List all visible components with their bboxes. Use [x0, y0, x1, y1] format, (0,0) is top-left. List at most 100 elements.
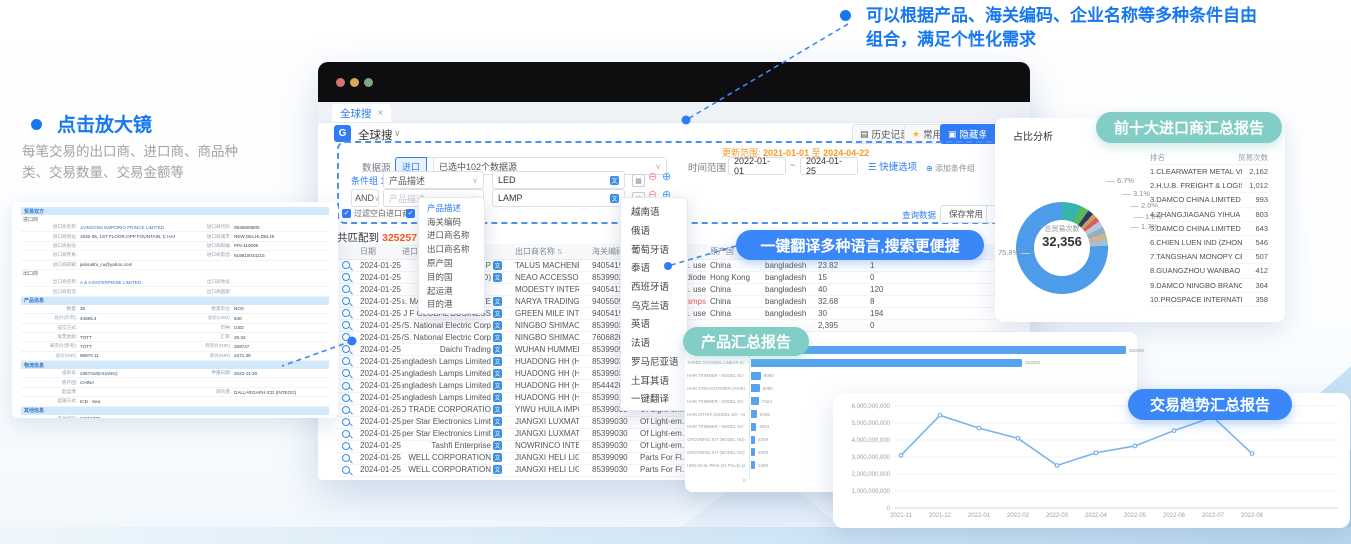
magnifier-icon[interactable] [342, 406, 350, 414]
bar[interactable] [751, 359, 1022, 367]
language-dropdown-item[interactable]: 乌克兰语 [621, 295, 687, 314]
bar[interactable] [751, 461, 755, 469]
bar[interactable] [751, 448, 755, 456]
translate-icon[interactable]: 文 [610, 176, 619, 185]
tab-close-icon[interactable]: × [378, 108, 384, 119]
rank-item[interactable]: 7.TANGSHAN MONOPY CERA...507 [1150, 250, 1268, 264]
column-header[interactable]: 出口商名称⇅ [515, 244, 579, 259]
translate-icon[interactable]: 文 [493, 453, 502, 462]
magnifier-icon[interactable] [342, 321, 350, 329]
language-dropdown-item[interactable]: 土耳其语 [621, 370, 687, 389]
translate-icon[interactable]: 文 [493, 297, 502, 306]
row-magnifier-cell[interactable] [342, 440, 354, 452]
language-dropdown-item[interactable]: 罗马尼亚语 [621, 352, 687, 371]
language-dropdown-item[interactable]: 俄语 [621, 221, 687, 240]
field-dropdown-item[interactable]: 目的港 [419, 298, 484, 312]
field-dropdown[interactable]: 产品描述海关编码进口商名称出口商名称原产国目的国起运港目的港 [418, 197, 485, 314]
field-dropdown-item[interactable]: 海关编码 [419, 215, 484, 229]
close-window-icon[interactable] [336, 78, 345, 87]
keyword-input-1[interactable]: LED 文 [492, 171, 625, 189]
translate-icon[interactable]: 文 [493, 345, 502, 354]
magnifier-icon[interactable] [342, 466, 350, 474]
bar[interactable] [751, 384, 760, 392]
batch-search-icon[interactable]: ▦ [632, 174, 645, 187]
row-magnifier-cell[interactable] [342, 416, 354, 428]
rank-item[interactable]: 1.CLEARWATER METAL VN ...2,162 [1150, 165, 1268, 179]
language-dropdown[interactable]: 越南语俄语葡萄牙语泰语西班牙语乌克兰语英语法语罗马尼亚语土耳其语一键翻译 [620, 197, 688, 411]
row-magnifier-cell[interactable] [342, 392, 354, 404]
field-dropdown-item[interactable]: 目的国 [419, 270, 484, 284]
rank-item[interactable]: 2.H.U.B. FREIGHT & LOGISTI...1,012 [1150, 179, 1268, 193]
magnifier-icon[interactable] [342, 345, 350, 353]
translate-icon[interactable]: 文 [610, 194, 619, 203]
window-titlebar[interactable] [318, 62, 1030, 102]
rank-item[interactable]: 6.CHIEN LUEN IND (ZHONGS...546 [1150, 236, 1268, 250]
quick-options-link[interactable]: ☰ 快捷选项 [868, 159, 917, 173]
translate-icon[interactable]: 文 [493, 309, 502, 318]
translate-icon[interactable]: 文 [493, 393, 502, 402]
row-magnifier-cell[interactable] [342, 464, 354, 476]
row-magnifier-cell[interactable] [342, 307, 354, 319]
rank-item[interactable]: 4.ZHANGJIAGANG YIHUA RU...803 [1150, 208, 1268, 222]
translate-icon[interactable]: 文 [493, 261, 502, 270]
translate-icon[interactable]: 文 [493, 381, 502, 390]
magnifier-icon[interactable] [342, 394, 350, 402]
magnifier-icon[interactable] [342, 442, 350, 450]
minimize-window-icon[interactable] [350, 78, 359, 87]
rank-item[interactable]: 3.DAMCO CHINA LIMITED993 [1150, 193, 1268, 207]
magnifier-icon[interactable] [342, 333, 350, 341]
row-magnifier-cell[interactable] [342, 271, 354, 283]
magnifier-icon[interactable] [342, 382, 350, 390]
checkbox-checked-icon[interactable]: ✓ [342, 209, 351, 218]
chevron-down-icon[interactable]: ∨ [394, 128, 401, 139]
row-magnifier-cell[interactable] [342, 404, 354, 416]
rank-item[interactable]: 9.DAMCO NINGBO BRANCH364 [1150, 279, 1268, 293]
language-dropdown-item[interactable]: 泰语 [621, 258, 687, 277]
magnifier-icon[interactable] [342, 454, 350, 462]
row-magnifier-cell[interactable] [342, 331, 354, 343]
language-dropdown-item[interactable]: 英语 [621, 314, 687, 333]
bar[interactable] [751, 436, 755, 444]
tab-global-search[interactable]: 全球搜 × [332, 104, 391, 122]
magnifier-icon[interactable] [342, 369, 350, 377]
magnifier-icon[interactable] [342, 273, 350, 281]
language-dropdown-item[interactable]: 越南语 [621, 202, 687, 221]
and-or-select[interactable]: AND ∨ [351, 189, 379, 207]
translate-icon[interactable]: 文 [493, 321, 502, 330]
bar[interactable] [751, 423, 756, 431]
language-dropdown-item[interactable]: 一键翻译 [621, 389, 687, 408]
add-condition-group[interactable]: ⊕ 添加条件组 [926, 163, 975, 174]
save-favorite-button[interactable]: 保存常用 [940, 205, 992, 223]
language-dropdown-item[interactable]: 葡萄牙语 [621, 239, 687, 258]
rank-item[interactable]: 5.DAMCO CHINA LIMITED O/B643 [1150, 222, 1268, 236]
translate-icon[interactable]: 文 [493, 465, 502, 474]
filter-import-checkbox[interactable]: ✓ 过滤空白进口商 [342, 208, 410, 219]
field-dropdown-item[interactable]: 进口商名称 [419, 229, 484, 243]
translate-icon[interactable]: 文 [493, 429, 502, 438]
row-magnifier-cell[interactable] [342, 283, 354, 295]
translate-icon[interactable]: 文 [493, 417, 502, 426]
translate-icon[interactable]: 文 [493, 273, 502, 282]
field-select-1[interactable]: 产品描述 ∨ [383, 171, 484, 189]
row-magnifier-cell[interactable] [342, 452, 354, 464]
keyword-input-2[interactable]: LAMP 文 [492, 189, 625, 207]
query-data-link[interactable]: 查询数据 [902, 209, 936, 221]
column-header[interactable]: 日期 [360, 244, 402, 259]
sort-icon[interactable]: ⇅ [557, 248, 563, 256]
add-condition-icon[interactable]: ⊕ [662, 170, 671, 183]
translate-icon[interactable]: 文 [493, 333, 502, 342]
translate-icon[interactable]: 文 [493, 357, 502, 366]
field-dropdown-item[interactable]: 产品描述 [419, 201, 484, 215]
row-magnifier-cell[interactable] [342, 367, 354, 379]
magnifier-icon[interactable] [342, 418, 350, 426]
date-to-input[interactable]: 2024-01-25 [800, 157, 858, 175]
translate-icon[interactable]: 文 [493, 369, 502, 378]
checkbox-checked-icon[interactable]: ✓ [406, 209, 415, 218]
field-dropdown-item[interactable]: 原产国 [419, 256, 484, 270]
bar[interactable] [751, 372, 761, 380]
magnifier-icon[interactable] [342, 297, 350, 305]
row-magnifier-cell[interactable] [342, 380, 354, 392]
row-magnifier-cell[interactable] [342, 319, 354, 331]
magnifier-icon[interactable] [342, 309, 350, 317]
maximize-window-icon[interactable] [364, 78, 373, 87]
